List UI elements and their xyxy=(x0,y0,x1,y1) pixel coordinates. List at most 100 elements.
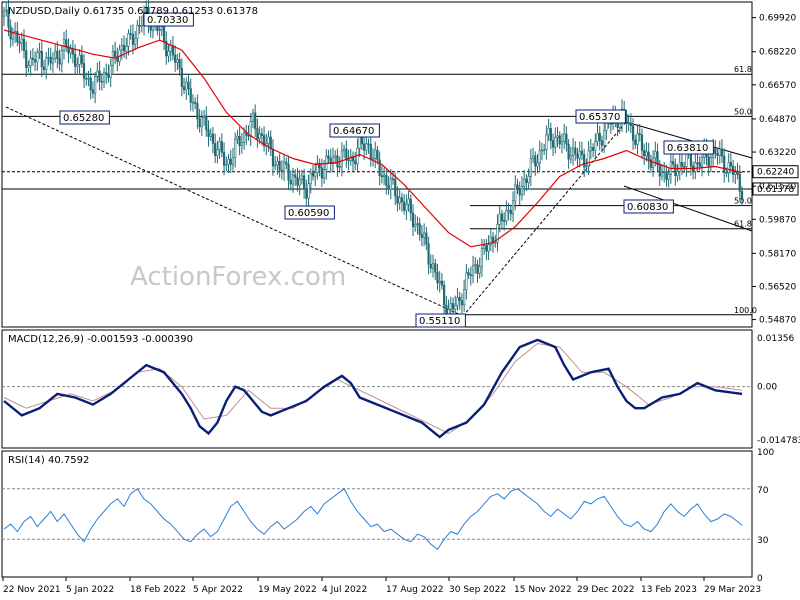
candle-body xyxy=(460,300,464,306)
candle-body xyxy=(231,157,235,165)
candle-body xyxy=(54,50,57,59)
candle-body xyxy=(380,175,383,177)
candle-body xyxy=(534,155,537,167)
candle-body xyxy=(725,172,728,174)
candle-body xyxy=(220,141,223,153)
candle-body xyxy=(202,115,206,118)
candle-body xyxy=(85,77,88,80)
candle-body xyxy=(405,204,408,211)
x-tick-label: 17 Aug 2022 xyxy=(386,585,444,595)
candle-body xyxy=(2,10,6,17)
price-tick-label: 0.54870 xyxy=(759,316,796,326)
x-tick-label: 18 Feb 2022 xyxy=(130,585,186,595)
candle-body xyxy=(507,209,510,212)
candle-body xyxy=(294,174,297,178)
candle-body xyxy=(591,147,595,151)
price-tick-label: 0.58170 xyxy=(759,249,796,259)
candle-body xyxy=(551,140,555,148)
candle-body xyxy=(680,161,684,167)
candle-body xyxy=(556,135,559,138)
candle-body xyxy=(418,223,421,235)
candle-body xyxy=(325,155,328,171)
candle-body xyxy=(187,81,190,89)
candle-body xyxy=(114,50,117,58)
annotation-label-5: 0.65370 xyxy=(579,112,620,123)
candle-body xyxy=(269,136,272,150)
candle-body xyxy=(320,167,323,179)
candle-body xyxy=(538,150,541,164)
price-tick-label: 0.63220 xyxy=(759,148,796,158)
candle-body xyxy=(494,241,497,244)
candle-body xyxy=(525,178,528,183)
candle-body xyxy=(740,190,744,200)
candle-body xyxy=(569,155,572,160)
candle-body xyxy=(205,115,208,131)
candle-body xyxy=(62,39,66,51)
candle-body xyxy=(694,162,697,172)
candle-body xyxy=(251,112,255,122)
candle-body xyxy=(476,264,479,274)
candle-body xyxy=(665,171,668,180)
candle-body xyxy=(311,172,315,177)
candle-body xyxy=(554,136,557,148)
x-tick-label: 5 Apr 2022 xyxy=(193,585,243,595)
candle-body xyxy=(658,164,661,177)
candle-body xyxy=(338,166,341,168)
candle-body xyxy=(531,155,535,160)
price-panel xyxy=(1,1,753,328)
candle-body xyxy=(458,297,461,302)
candle-body xyxy=(31,57,34,60)
annotation-label-3: 0.60590 xyxy=(288,208,329,219)
candle-body xyxy=(645,151,648,157)
candle-body xyxy=(636,133,639,145)
candle-body xyxy=(256,128,259,139)
candle-body xyxy=(425,232,428,245)
candle-body xyxy=(565,133,568,145)
candle-body xyxy=(136,24,139,39)
candle-body xyxy=(596,132,599,143)
candle-body xyxy=(140,25,143,27)
candle-body xyxy=(196,103,199,120)
candle-body xyxy=(94,76,97,94)
candle-body xyxy=(38,50,41,53)
candle-body xyxy=(400,197,403,203)
candle-body xyxy=(242,132,246,143)
candle-body xyxy=(158,29,161,32)
candle-body xyxy=(285,161,288,165)
candle-body xyxy=(696,162,699,165)
candle-body xyxy=(287,164,290,181)
candle-body xyxy=(58,58,61,65)
candle-body xyxy=(249,121,252,137)
candle-body xyxy=(222,151,226,166)
candle-body xyxy=(9,26,12,40)
candle-body xyxy=(709,157,712,167)
candle-body xyxy=(685,153,688,168)
candle-body xyxy=(634,139,637,145)
chart-window: ActionForex.com 61.8 50.0 0.62240 0.61378 50… xyxy=(0,0,800,600)
candle-body xyxy=(238,135,241,147)
candle-body xyxy=(700,157,704,167)
candle-body xyxy=(191,101,195,104)
candle-body xyxy=(347,159,350,162)
annotation-label-1: 0.65280 xyxy=(63,113,104,124)
candle-body xyxy=(736,172,739,175)
candle-body xyxy=(416,223,419,225)
candle-body xyxy=(214,143,217,156)
candle-body xyxy=(391,178,395,181)
x-tick-label: 5 Jan 2022 xyxy=(66,585,114,595)
price-tick-label: 0.66570 xyxy=(759,81,796,91)
candle-body xyxy=(560,141,564,145)
candle-body xyxy=(363,143,366,151)
fib-label-1: 50.0 xyxy=(734,107,752,116)
candle-body xyxy=(469,274,472,277)
macd-tick-label: 0.00 xyxy=(757,383,777,393)
annotation-label-4: 0.55110 xyxy=(419,316,460,327)
candle-body xyxy=(5,9,8,12)
macd-tick-label: 0.01356 xyxy=(757,334,794,344)
rsi-tick-label: 30 xyxy=(757,536,769,546)
candle-body xyxy=(234,138,237,158)
candle-body xyxy=(378,159,381,176)
candle-body xyxy=(225,164,228,166)
candle-body xyxy=(36,52,39,63)
candle-body xyxy=(523,178,526,187)
